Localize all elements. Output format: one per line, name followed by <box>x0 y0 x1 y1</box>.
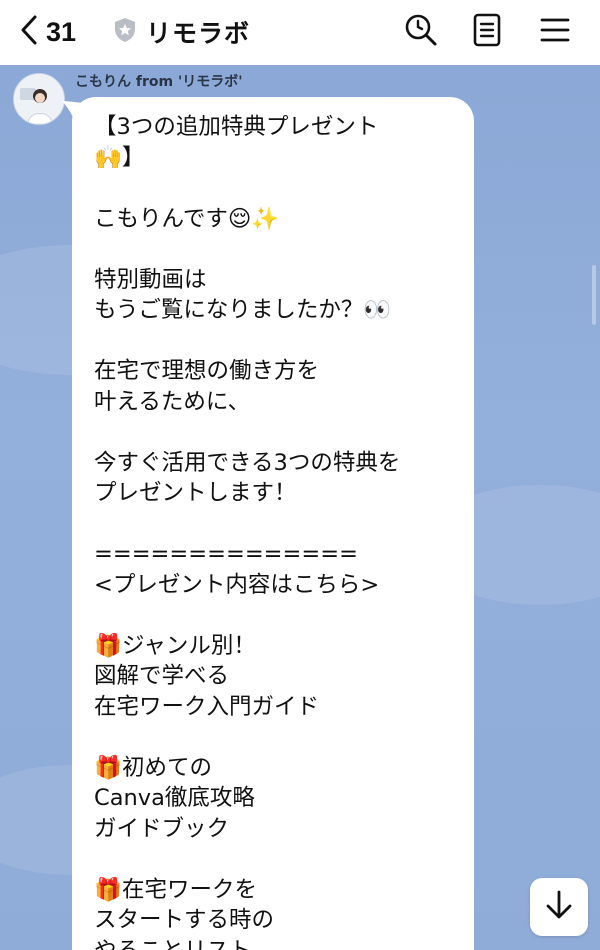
message-line: 🎁在宅ワークを <box>94 876 258 903</box>
message-line: ============== <box>94 541 358 567</box>
shield-icon <box>114 17 136 47</box>
message-line: プレゼントします！ <box>94 480 297 506</box>
sender-avatar[interactable] <box>13 73 65 125</box>
message-line: Canva徹底攻略 <box>94 785 255 811</box>
search-button[interactable] <box>402 13 440 51</box>
message-line: 【3つの追加特典プレゼント <box>94 114 379 140</box>
message-line: <プレゼント内容はこちら> <box>94 571 380 598</box>
message-line: 図解で学べる <box>94 663 230 689</box>
chat-area[interactable]: こもりん from 'リモラボ' 【3つの追加特典プレゼント 🙌】 こもりんです😌… <box>0 65 600 950</box>
back-button[interactable]: 31 <box>18 12 76 52</box>
scrollbar[interactable] <box>592 265 596 325</box>
message-line <box>94 600 464 631</box>
arrow-down-icon <box>544 889 574 925</box>
message-line: 在宅ワーク入門ガイド <box>94 693 320 720</box>
notes-icon <box>472 13 502 51</box>
message-line: スタートする時の <box>94 907 275 933</box>
message-line <box>94 509 464 540</box>
message-line: 在宅で理想の働き方を <box>94 358 320 384</box>
search-icon <box>404 13 438 51</box>
message-text: 【3つの追加特典プレゼント 🙌】 こもりんです😌✨ 特別動画はもうご覧になりました… <box>94 112 464 950</box>
message-line: 🙌】 <box>94 144 145 171</box>
scroll-to-bottom-button[interactable] <box>530 878 588 936</box>
unread-count: 31 <box>46 16 77 47</box>
message-line: 叶えるために、 <box>94 388 251 415</box>
back-chevron-icon <box>18 14 40 50</box>
message-line <box>94 326 464 357</box>
message-line <box>94 417 464 448</box>
message-bubble[interactable]: 【3つの追加特典プレゼント 🙌】 こもりんです😌✨ 特別動画はもうご覧になりました… <box>72 97 474 950</box>
message-line: こもりんです😌✨ <box>94 205 280 232</box>
chat-title-area[interactable]: リモラボ <box>114 14 250 50</box>
notes-button[interactable] <box>468 13 506 51</box>
message-line: ガイドブック <box>94 815 230 842</box>
message-line <box>94 722 464 753</box>
menu-button[interactable] <box>536 13 574 51</box>
message-line <box>94 173 464 204</box>
message-line: 🎁初めての <box>94 754 213 781</box>
message-line <box>94 234 464 265</box>
sender-name: こもりん from 'リモラボ' <box>75 74 243 90</box>
message-line: 🎁ジャンル別！ <box>94 632 256 659</box>
message-line: もうご覧になりましたか？👀 <box>94 297 392 323</box>
chat-header: 31 リモラボ <box>0 0 600 65</box>
menu-icon <box>539 16 571 48</box>
chat-title: リモラボ <box>146 19 251 48</box>
message-line: やることリスト <box>94 936 464 950</box>
message-line <box>94 844 464 875</box>
message-line: 特別動画は <box>94 266 207 293</box>
message-line: 今すぐ活用できる3つの特典を <box>94 449 401 476</box>
